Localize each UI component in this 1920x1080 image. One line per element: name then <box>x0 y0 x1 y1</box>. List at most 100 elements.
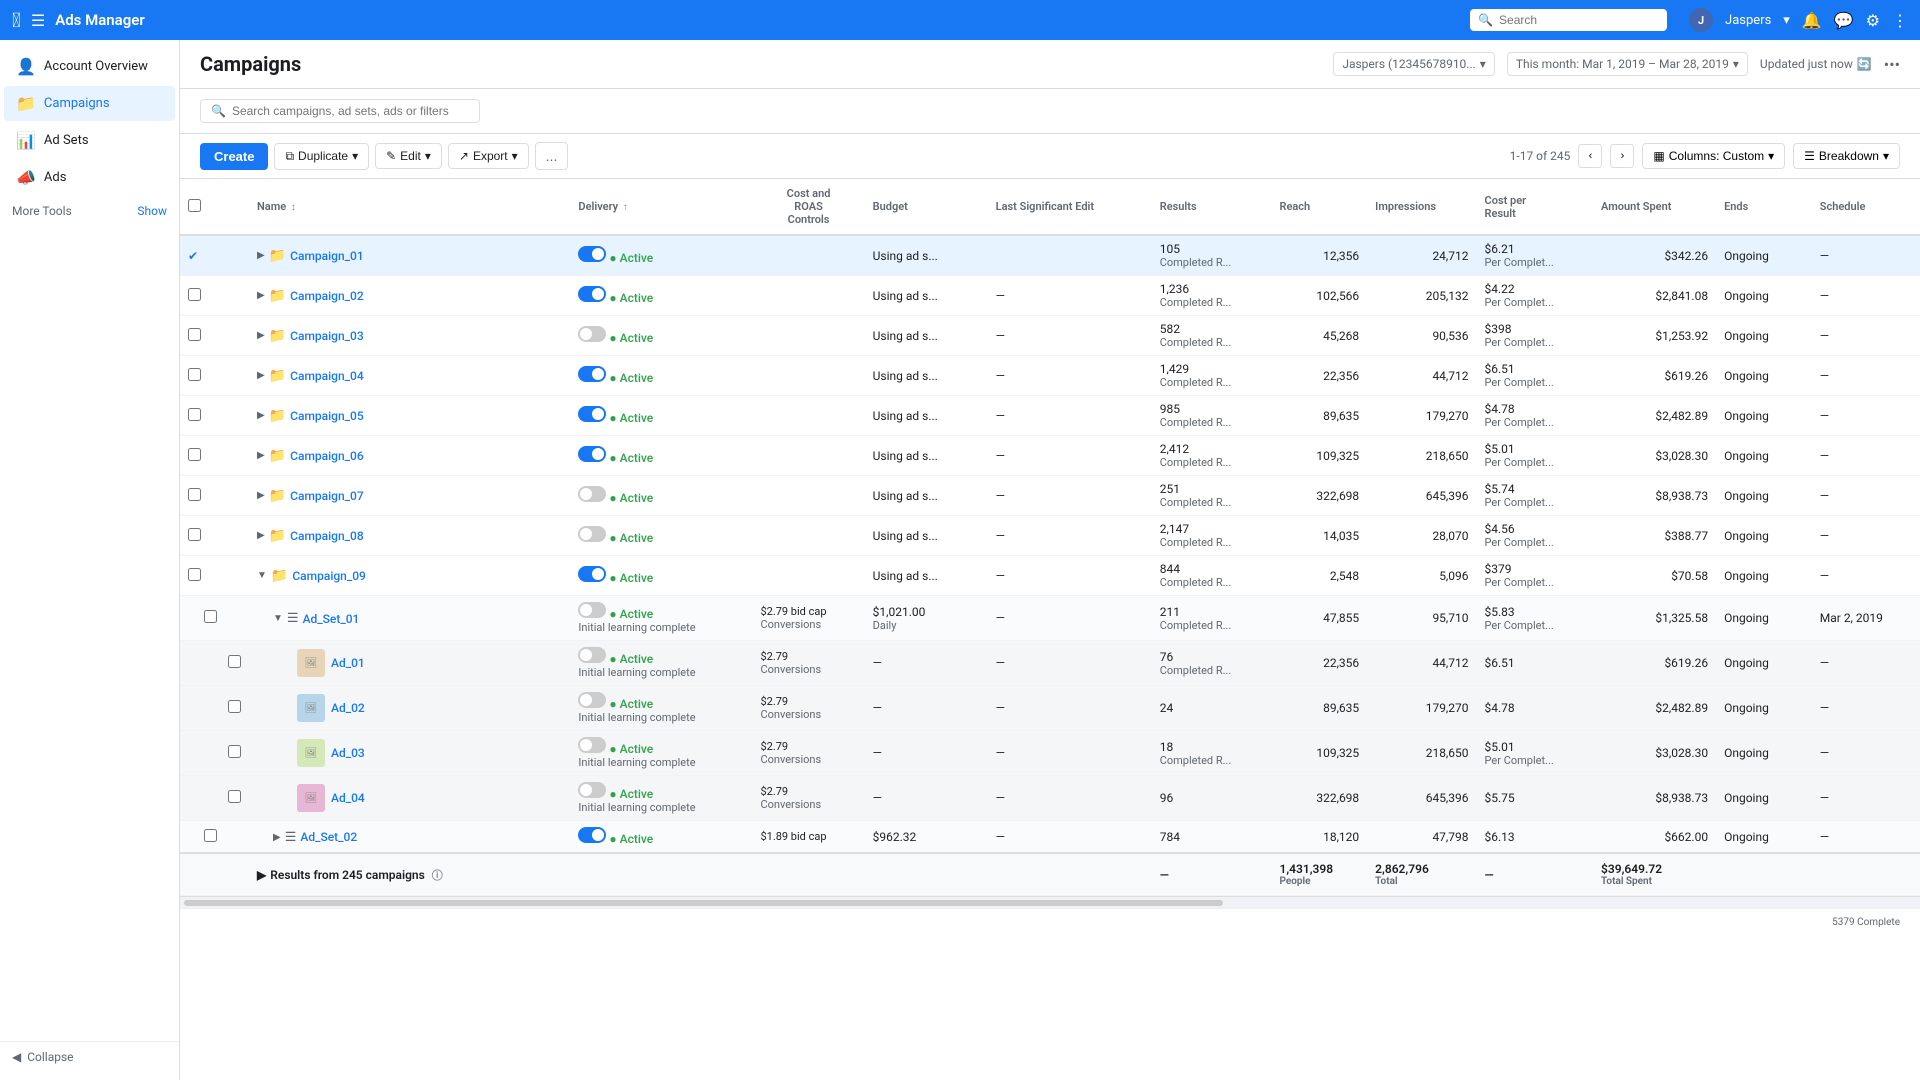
row-checkbox[interactable] <box>228 655 241 668</box>
results-expand-icon[interactable]: ▶ <box>257 868 266 882</box>
td-checkbox[interactable] <box>180 316 249 356</box>
avatar[interactable]: J <box>1689 8 1713 32</box>
expand-row-button[interactable]: ▶ <box>257 530 265 541</box>
delivery-toggle[interactable] <box>578 827 606 843</box>
delivery-toggle[interactable] <box>578 246 606 262</box>
delivery-toggle[interactable] <box>578 446 606 462</box>
collapse-button[interactable]: ◀ Collapse <box>12 1050 167 1064</box>
delivery-toggle[interactable] <box>578 647 606 663</box>
expand-row-button[interactable]: ▶ <box>257 370 265 381</box>
horizontal-scrollbar[interactable] <box>180 896 1920 908</box>
row-checkbox[interactable] <box>188 408 201 421</box>
date-range-selector[interactable]: This month: Mar 1, 2019 – Mar 28, 2019 ▾ <box>1507 52 1748 76</box>
campaign-name-link[interactable]: Campaign_08 <box>290 529 364 543</box>
delivery-toggle[interactable] <box>578 406 606 422</box>
expand-row-button[interactable]: ▶ <box>257 250 265 261</box>
td-checkbox[interactable] <box>180 356 249 396</box>
campaign-name-link[interactable]: Campaign_02 <box>290 289 364 303</box>
delivery-toggle[interactable] <box>578 602 606 618</box>
expand-row-button[interactable]: ▶ <box>257 410 265 421</box>
expand-row-button[interactable]: ▶ <box>257 330 265 341</box>
show-label[interactable]: Show <box>137 204 167 218</box>
user-dropdown-icon[interactable]: ▾ <box>1783 13 1790 28</box>
td-checkbox[interactable]: ✔ <box>180 235 249 276</box>
th-name[interactable]: Name ↕ <box>249 179 522 235</box>
scrollbar-thumb[interactable] <box>184 900 1223 906</box>
user-name[interactable]: Jaspers <box>1725 13 1771 28</box>
message-icon[interactable]: 💬 <box>1834 11 1854 30</box>
row-checkbox[interactable] <box>188 488 201 501</box>
ad-name-link[interactable]: Ad_02 <box>331 701 365 715</box>
more-actions-button[interactable]: ... <box>535 142 569 170</box>
duplicate-button[interactable]: ⧉ Duplicate ▾ <box>274 143 369 170</box>
settings-icon[interactable]: ⚙ <box>1866 11 1880 30</box>
delivery-toggle[interactable] <box>578 737 606 753</box>
th-schedule[interactable]: Schedule <box>1812 179 1920 235</box>
campaign-name-link[interactable]: Campaign_09 <box>292 569 366 583</box>
th-amount-spent[interactable]: Amount Spent <box>1593 179 1716 235</box>
info-icon[interactable]: ⓘ <box>432 867 443 883</box>
expand-row-button[interactable]: ▶ <box>257 290 265 301</box>
expand-row-button[interactable]: ▼ <box>273 613 283 624</box>
expand-row-button[interactable]: ▶ <box>273 832 281 843</box>
th-impressions[interactable]: Impressions <box>1367 179 1476 235</box>
campaigns-search-input[interactable] <box>232 104 469 118</box>
sidebar-item-campaigns[interactable]: 📁 Campaigns <box>4 86 175 121</box>
th-delivery[interactable]: Delivery ↑ <box>570 179 752 235</box>
expand-row-button[interactable]: ▼ <box>257 570 267 581</box>
td-checkbox[interactable] <box>180 556 249 596</box>
delivery-toggle[interactable] <box>578 782 606 798</box>
delivery-toggle[interactable] <box>578 486 606 502</box>
th-cpr[interactable]: Cost perResult <box>1477 179 1594 235</box>
row-checkbox[interactable] <box>188 368 201 381</box>
campaign-name-link[interactable]: Campaign_07 <box>290 489 364 503</box>
adset-name-link[interactable]: Ad_Set_01 <box>303 612 360 626</box>
pagination-prev-button[interactable]: ‹ <box>1578 144 1602 168</box>
edit-button[interactable]: ✎ Edit ▾ <box>375 143 442 169</box>
topbar-search-input[interactable] <box>1499 13 1659 27</box>
delivery-toggle[interactable] <box>578 366 606 382</box>
td-checkbox[interactable] <box>180 731 249 776</box>
ad-name-link[interactable]: Ad_03 <box>331 746 365 760</box>
campaign-name-link[interactable]: Campaign_04 <box>290 369 364 383</box>
td-checkbox[interactable] <box>180 516 249 556</box>
row-checkbox[interactable] <box>228 700 241 713</box>
ad-name-link[interactable]: Ad_04 <box>331 791 365 805</box>
sidebar-item-account-overview[interactable]: 👤 Account Overview <box>4 49 175 84</box>
campaign-name-link[interactable]: Campaign_06 <box>290 449 364 463</box>
row-checkbox[interactable] <box>188 288 201 301</box>
sidebar-more-tools[interactable]: More Tools Show <box>0 196 179 226</box>
th-budget[interactable]: Budget <box>865 179 988 235</box>
td-checkbox[interactable] <box>180 776 249 821</box>
account-selector[interactable]: Jaspers (12345678910... ▾ <box>1333 52 1495 76</box>
row-checkbox[interactable] <box>188 568 201 581</box>
row-checkbox[interactable] <box>204 829 217 842</box>
refresh-icon[interactable]: 🔄 <box>1857 57 1872 71</box>
campaign-name-link[interactable]: Campaign_03 <box>290 329 364 343</box>
td-checkbox[interactable] <box>180 276 249 316</box>
delivery-toggle[interactable] <box>578 566 606 582</box>
delivery-toggle[interactable] <box>578 692 606 708</box>
th-select-all[interactable] <box>180 179 249 235</box>
sidebar-item-ads[interactable]: 📣 Ads <box>4 160 175 195</box>
export-button[interactable]: ↗ Export ▾ <box>448 143 529 169</box>
row-checkbox[interactable] <box>188 448 201 461</box>
th-last-edit[interactable]: Last Significant Edit <box>988 179 1152 235</box>
hamburger-menu-icon[interactable]: ☰ <box>31 11 45 30</box>
td-checkbox[interactable] <box>180 396 249 436</box>
td-checkbox[interactable] <box>180 476 249 516</box>
th-cost-roas[interactable]: Cost andROASControls <box>752 179 864 235</box>
select-all-checkbox[interactable] <box>188 199 201 212</box>
campaign-name-link[interactable]: Campaign_01 <box>290 249 364 263</box>
th-reach[interactable]: Reach <box>1271 179 1367 235</box>
td-checkbox[interactable] <box>180 686 249 731</box>
create-button[interactable]: Create <box>200 143 268 170</box>
delivery-toggle[interactable] <box>578 326 606 342</box>
header-more-icon[interactable]: ••• <box>1884 55 1900 74</box>
th-results[interactable]: Results <box>1152 179 1272 235</box>
pagination-next-button[interactable]: › <box>1610 144 1634 168</box>
expand-row-button[interactable]: ▶ <box>257 490 265 501</box>
th-ends[interactable]: Ends <box>1716 179 1812 235</box>
td-checkbox[interactable] <box>180 436 249 476</box>
row-checkbox[interactable] <box>188 528 201 541</box>
